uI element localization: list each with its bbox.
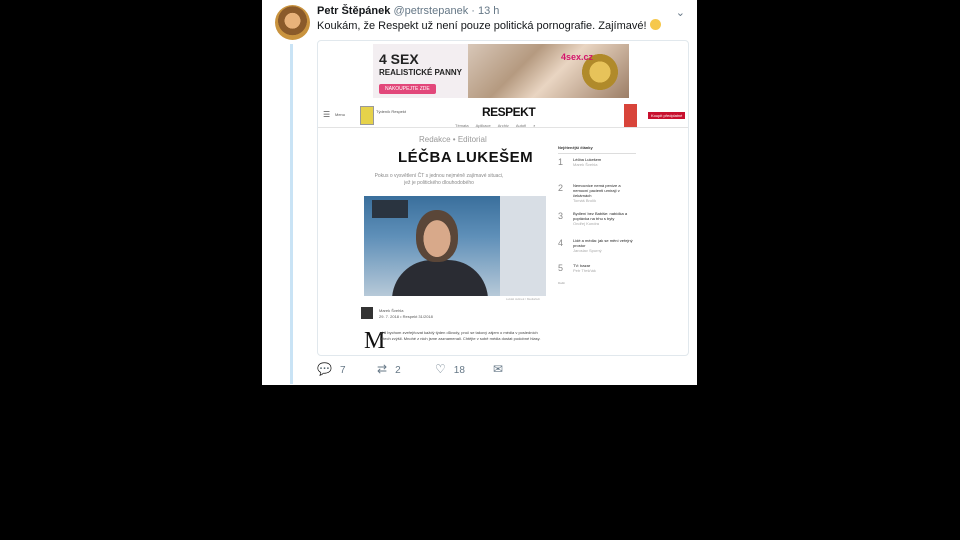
popular-item[interactable]: 4 Lidé a média: jak se mění veřejný pros… bbox=[558, 238, 636, 264]
popular-item[interactable]: 2 Nemocnice nemá peníze a nemocní pacien… bbox=[558, 183, 636, 209]
thread-line bbox=[290, 44, 293, 384]
retweet-count: 2 bbox=[395, 365, 401, 376]
popular-number: 5 bbox=[558, 263, 564, 273]
popular-item[interactable]: 5 TV: bazar Petr Třešňák bbox=[558, 263, 636, 289]
photo-credit: Lukáš Jelínek / Mediahub bbox=[506, 297, 541, 301]
popular-author: Tomáš Brolík bbox=[573, 198, 597, 203]
magazine-cover bbox=[624, 104, 637, 127]
tweet-media[interactable]: 4 SEX REALISTICKÉ PANNY NAKOUPEJTE ZDE 4… bbox=[317, 40, 689, 356]
popular-author: Jaroslav Spurný bbox=[573, 248, 602, 253]
photo-panel bbox=[500, 196, 546, 296]
article-photo bbox=[364, 196, 546, 296]
popular-item[interactable]: 3 Bydlení bez Babiše: nabídka a poptávka… bbox=[558, 211, 636, 237]
divider bbox=[558, 153, 636, 154]
author-name-label: Marek Švehla bbox=[379, 308, 404, 313]
issue-label: Týdeník Respekt bbox=[376, 109, 407, 114]
magazine-thumbnail bbox=[360, 106, 374, 125]
site-logo[interactable]: RESPEKT bbox=[482, 105, 536, 119]
reply-button[interactable]: 💬 7 bbox=[317, 362, 346, 376]
chevron-down-icon[interactable]: ⌄ bbox=[676, 6, 685, 19]
subscribe-button[interactable]: Koupit předplatné bbox=[648, 112, 686, 119]
menu-label[interactable]: Menu bbox=[335, 112, 345, 117]
popular-more[interactable]: Další bbox=[558, 281, 565, 285]
popular-title-text: Léčba Lukešem Marek Švehla bbox=[573, 157, 635, 167]
retweet-button[interactable]: ⇄ 2 bbox=[377, 362, 401, 376]
like-count: 18 bbox=[453, 365, 465, 376]
site-nav: Témata Aplikace Archiv Autoři ⌕ bbox=[455, 123, 543, 128]
author-avatar bbox=[361, 307, 373, 319]
tweet-card[interactable]: Petr Štěpánek @petrstepanek · 13 h ⌄ Kou… bbox=[262, 0, 697, 385]
hamburger-icon[interactable]: ☰ bbox=[323, 110, 330, 119]
popular-number: 4 bbox=[558, 238, 564, 248]
nav-item[interactable]: Archiv bbox=[498, 123, 509, 128]
popular-title-text: Nemocnice nemá peníze a nemocní pacienti… bbox=[573, 183, 635, 203]
popular-title: Nejčtenější články bbox=[558, 145, 593, 150]
popular-author: Petr Třešňák bbox=[573, 268, 596, 273]
popular-number: 2 bbox=[558, 183, 564, 193]
popular-item[interactable]: 1 Léčba Lukešem Marek Švehla bbox=[558, 157, 636, 183]
popular-number: 3 bbox=[558, 211, 564, 221]
article-kicker: Redakce • Editorial bbox=[419, 135, 487, 144]
photo-background bbox=[372, 200, 408, 218]
article-body: ohli bychom zveřejňovat každý týden důvo… bbox=[380, 330, 541, 341]
avatar[interactable] bbox=[275, 5, 310, 40]
popular-headline: Lidé a média: jak se mění veřejný prosto… bbox=[573, 238, 633, 248]
photo-person-head bbox=[416, 210, 458, 262]
nav-item[interactable]: Autoři bbox=[516, 123, 526, 128]
photo-person-body bbox=[392, 260, 488, 296]
nav-item[interactable]: Aplikace bbox=[476, 123, 491, 128]
ad-line2: REALISTICKÉ PANNY bbox=[379, 68, 462, 77]
tweet-time[interactable]: · 13 h bbox=[471, 5, 499, 17]
popular-headline: Nemocnice nemá peníze a nemocní pacienti… bbox=[573, 183, 621, 198]
tweet-header: Petr Štěpánek @petrstepanek · 13 h bbox=[317, 5, 499, 17]
popular-title-text: Bydlení bez Babiše: nabídka a poptávka n… bbox=[573, 211, 635, 226]
nav-item[interactable]: Témata bbox=[455, 123, 469, 128]
popular-number: 1 bbox=[558, 157, 564, 167]
article-author: Marek Švehla 29. 7. 2018 • Respekt 31/20… bbox=[379, 308, 433, 320]
popular-title-text: Lidé a média: jak se mění veřejný prosto… bbox=[573, 238, 635, 253]
popular-title-text: TV: bazar Petr Třešňák bbox=[573, 263, 635, 273]
author-meta: 29. 7. 2018 • Respekt 31/2018 bbox=[379, 314, 433, 319]
heart-icon: ♡ bbox=[435, 362, 446, 376]
popular-headline: Bydlení bez Babiše: nabídka a poptávka n… bbox=[573, 211, 628, 221]
direct-message-button[interactable]: ✉ bbox=[493, 362, 511, 376]
like-button[interactable]: ♡ 18 bbox=[435, 362, 465, 376]
emoji-icon bbox=[649, 19, 661, 30]
article-headline: LÉČBA LUKEŠEM bbox=[398, 149, 534, 166]
tweet-text: Koukám, že Respekt už není pouze politic… bbox=[317, 19, 661, 32]
author-name[interactable]: Petr Štěpánek bbox=[317, 5, 390, 17]
tweet-actions: 💬 7 ⇄ 2 ♡ 18 ✉ bbox=[317, 362, 687, 382]
tweet-text-content: Koukám, že Respekt už není pouze politic… bbox=[317, 20, 647, 32]
mail-icon: ✉ bbox=[493, 362, 504, 376]
ad-brand: 4sex.cz bbox=[561, 52, 594, 62]
site-topbar: ☰ Menu Týdeník Respekt RESPEKT Témata Apl… bbox=[318, 103, 688, 128]
reply-icon: 💬 bbox=[317, 362, 332, 376]
ad-line1: 4 SEX bbox=[379, 51, 419, 67]
reply-count: 7 bbox=[339, 365, 346, 376]
article-screenshot: ☰ Menu Týdeník Respekt RESPEKT Témata Apl… bbox=[318, 103, 688, 355]
ad-banner[interactable]: 4 SEX REALISTICKÉ PANNY NAKOUPEJTE ZDE 4… bbox=[373, 44, 629, 98]
article-perex: Pokus o vysvětlení ČT s jednou nejméně z… bbox=[374, 173, 504, 186]
author-handle[interactable]: @petrstepanek bbox=[393, 5, 468, 17]
popular-author: Ondřej Kundra bbox=[573, 221, 600, 226]
popular-author: Marek Švehla bbox=[573, 162, 598, 167]
search-icon[interactable]: ⌕ bbox=[533, 123, 535, 128]
retweet-icon: ⇄ bbox=[377, 362, 388, 376]
ad-button[interactable]: NAKOUPEJTE ZDE bbox=[379, 84, 436, 94]
